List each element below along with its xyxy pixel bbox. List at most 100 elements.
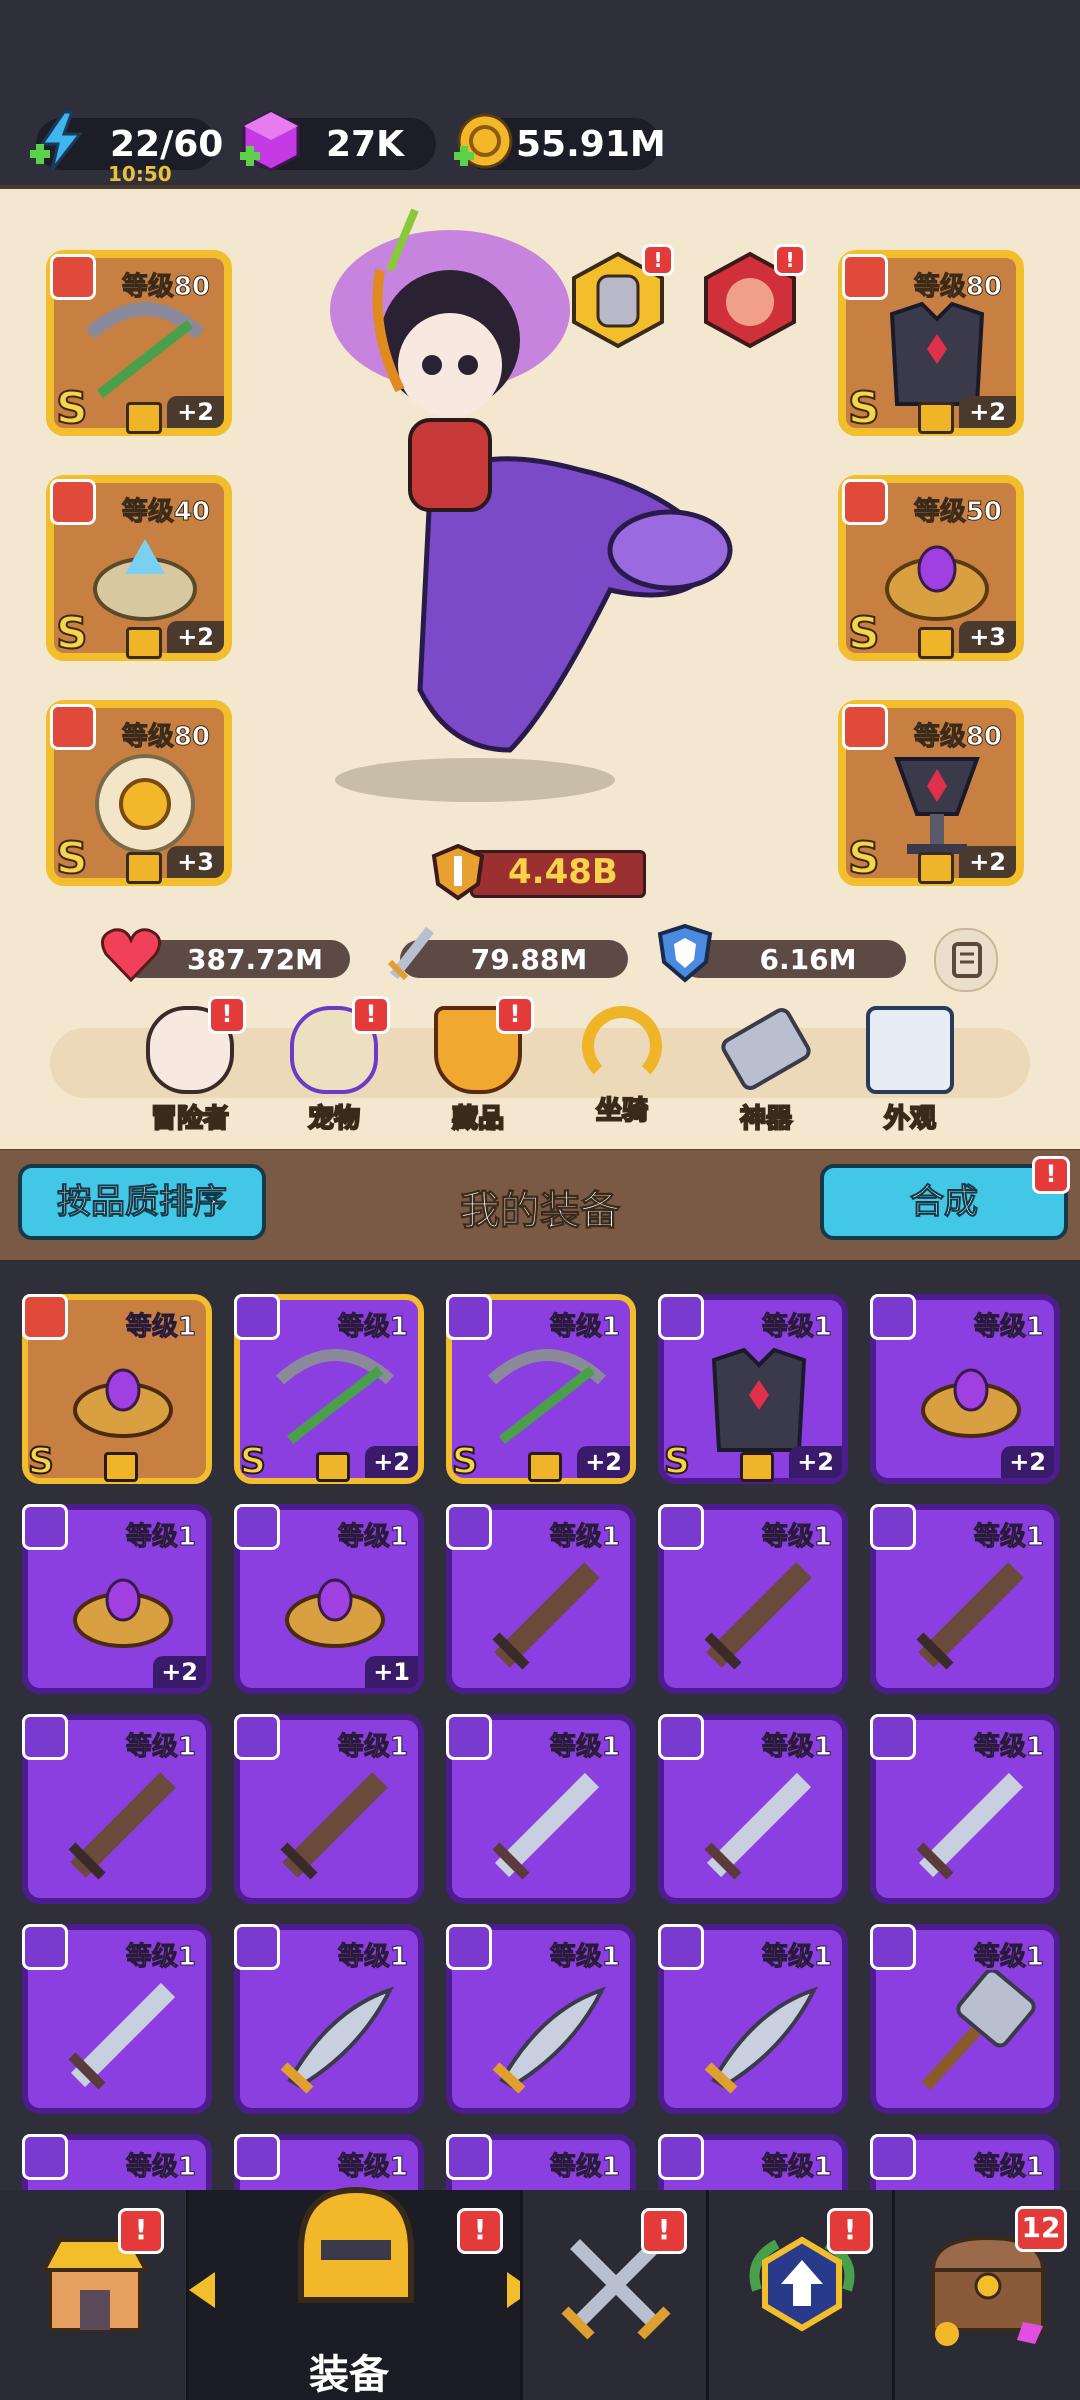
- lock-icon: [316, 1452, 350, 1482]
- equipment-item[interactable]: 等级1: [658, 1714, 848, 1904]
- equip-slot-ring-2[interactable]: 等级50 S +3: [838, 475, 1024, 661]
- slot-type-icon: [870, 1504, 916, 1550]
- slot-type-icon: [446, 1294, 492, 1340]
- item-level: 等级1: [549, 1942, 620, 1973]
- stats-detail-button[interactable]: [934, 928, 998, 992]
- sort-by-quality-button[interactable]: 按品质排序: [18, 1164, 266, 1240]
- nav-tab-upgrade[interactable]: !: [706, 2190, 895, 2400]
- feature-menu: 冒险者 ! 宠物 ! 藏品 ! 坐骑 神器 外观: [130, 996, 970, 1135]
- menu-label: 宠物: [307, 1103, 361, 1135]
- slot-type-icon: [658, 1504, 704, 1550]
- item-level: 等级1: [125, 1942, 196, 1973]
- alert-badge: !: [642, 244, 674, 276]
- item-level: 等级1: [549, 2152, 620, 2183]
- menu-collection[interactable]: 藏品 !: [418, 996, 538, 1135]
- gold-value: 55.91M: [516, 123, 666, 165]
- steel-sword-icon: [704, 1772, 812, 1880]
- merge-alert-badge: !: [1032, 1156, 1070, 1194]
- companion-demon[interactable]: !: [700, 244, 806, 350]
- prev-arrow-icon[interactable]: [189, 2272, 215, 2308]
- equipment-grid: 等级1 S 等级1 S +2 等级1 S +2 等级1 S +2 等级1 +2 等级1 +2 等级1 +1 等级1…: [0, 1262, 1080, 2192]
- equipment-item[interactable]: 等级1: [446, 1504, 636, 1694]
- item-grade: S: [663, 1440, 691, 1483]
- sword-shield-icon: [431, 843, 485, 901]
- lock-icon: [126, 402, 162, 434]
- item-level: 等级1: [761, 1522, 832, 1553]
- slot-type-icon: [22, 1924, 68, 1970]
- merge-button[interactable]: 合成: [820, 1164, 1068, 1240]
- equip-slot-weapon[interactable]: 等级80 S +2: [46, 250, 232, 436]
- menu-appearance[interactable]: 外观: [850, 1006, 970, 1135]
- equipment-item[interactable]: 等级1 +2: [870, 1294, 1060, 1484]
- equipment-item[interactable]: 等级1: [658, 1504, 848, 1694]
- slot-type-icon: [234, 1504, 280, 1550]
- equipment-item[interactable]: 等级1 S: [22, 1294, 212, 1484]
- equipment-item[interactable]: 等级1: [446, 1924, 636, 2114]
- equipment-item[interactable]: 等级1: [234, 1714, 424, 1904]
- equipment-item[interactable]: 等级1: [234, 1924, 424, 2114]
- slot-grade: S: [847, 607, 881, 660]
- equipment-item[interactable]: 等级1 S +2: [658, 1294, 848, 1484]
- equipment-item[interactable]: 等级1: [446, 2134, 636, 2192]
- equipment-item[interactable]: 等级1: [22, 1714, 212, 1904]
- item-level: 等级1: [761, 1312, 832, 1343]
- menu-label: 坐骑: [595, 1095, 649, 1127]
- nav-tab-equipment[interactable]: 装备 !: [186, 2186, 533, 2400]
- equipment-item[interactable]: 等级1: [870, 1504, 1060, 1694]
- equipment-item[interactable]: 等级1: [870, 1714, 1060, 1904]
- equipment-item[interactable]: 等级1: [870, 1924, 1060, 2114]
- item-grade: S: [27, 1440, 55, 1483]
- slot-type-icon: [22, 2134, 68, 2180]
- equipment-item[interactable]: 等级1 +1: [234, 1504, 424, 1694]
- gem-counter[interactable]: 27K: [240, 110, 436, 172]
- menu-label: 藏品: [451, 1103, 505, 1135]
- steel-sword-icon: [916, 1772, 1024, 1880]
- menu-artifact[interactable]: 神器: [706, 1004, 826, 1135]
- item-level: 等级1: [125, 1522, 196, 1553]
- item-level: 等级1: [761, 1732, 832, 1763]
- lightning-icon: [30, 110, 84, 171]
- equip-slot-ring[interactable]: 等级40 S +2: [46, 475, 232, 661]
- equip-slot-armor[interactable]: 等级80 S +2: [838, 250, 1024, 436]
- alert-badge: !: [827, 2208, 873, 2254]
- item-plus: +2: [1001, 1446, 1054, 1478]
- shield-icon: [657, 923, 713, 983]
- item-level: 等级1: [973, 1732, 1044, 1763]
- equipment-title: 我的装备: [460, 1188, 621, 1235]
- equip-slot-trinket[interactable]: 等级80 S +2: [838, 700, 1024, 886]
- slot-type-icon: [446, 1924, 492, 1970]
- steel-sword-icon: [492, 1772, 600, 1880]
- slot-grade: S: [55, 832, 89, 885]
- equipment-item[interactable]: 等级1 +2: [22, 1504, 212, 1694]
- slot-grade: S: [847, 832, 881, 885]
- gold-counter[interactable]: 55.91M: [454, 113, 666, 170]
- item-level: 等级1: [337, 1732, 408, 1763]
- nav-tab-battle[interactable]: !: [520, 2190, 709, 2400]
- item-level: 等级1: [761, 2152, 832, 2183]
- scimitar-icon: [704, 1986, 818, 2094]
- item-plus: +2: [577, 1446, 630, 1478]
- nav-tab-shop[interactable]: !: [0, 2190, 186, 2400]
- item-level: 等级1: [973, 1312, 1044, 1343]
- equipment-item[interactable]: 等级1 S +2: [446, 1294, 636, 1484]
- slot-type-icon: [22, 1294, 68, 1340]
- equipment-item[interactable]: 等级1: [658, 2134, 848, 2192]
- alert-badge: !: [457, 2208, 503, 2254]
- companion-knight[interactable]: !: [568, 244, 674, 350]
- menu-mount[interactable]: 坐骑: [562, 1006, 682, 1135]
- equipment-item[interactable]: 等级1 S +2: [234, 1294, 424, 1484]
- menu-pet[interactable]: 宠物 !: [274, 996, 394, 1135]
- equipment-item[interactable]: 等级1: [446, 1714, 636, 1904]
- sword-icon: [387, 926, 434, 981]
- equipment-item[interactable]: 等级1: [870, 2134, 1060, 2192]
- menu-adventurer[interactable]: 冒险者 !: [130, 996, 250, 1135]
- slot-type-icon: [446, 2134, 492, 2180]
- slot-type-icon: [870, 1924, 916, 1970]
- lock-icon: [740, 1452, 774, 1482]
- slot-type-icon: [658, 1924, 704, 1970]
- nav-tab-treasure[interactable]: 12: [892, 2190, 1080, 2400]
- equipment-item[interactable]: 等级1: [22, 1924, 212, 2114]
- equip-slot-necklace[interactable]: 等级80 S +3: [46, 700, 232, 886]
- equipment-item[interactable]: 等级1: [22, 2134, 212, 2192]
- equipment-item[interactable]: 等级1: [658, 1924, 848, 2114]
